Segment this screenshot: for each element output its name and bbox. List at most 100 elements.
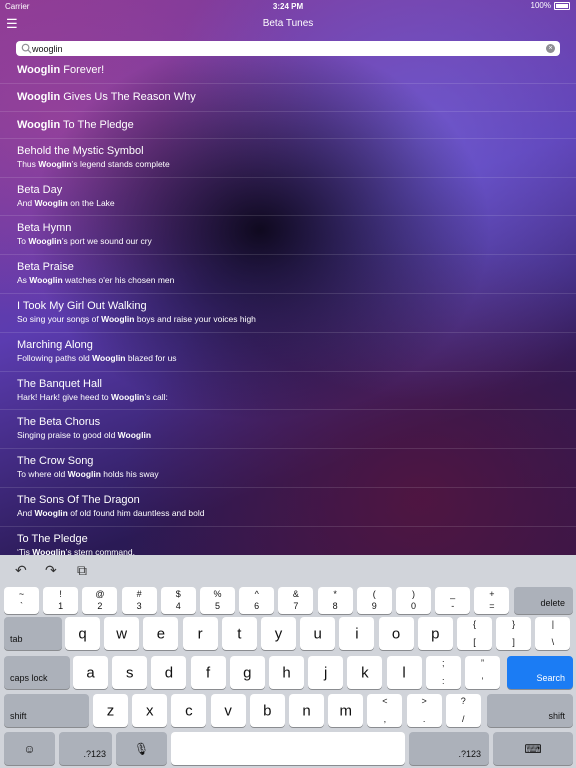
key-n[interactable]: n <box>289 694 324 727</box>
key-l[interactable]: l <box>386 656 422 689</box>
result-item[interactable]: Wooglin To The Pledge <box>0 112 576 139</box>
result-item[interactable]: The Crow Song To where old Wooglin holds … <box>0 449 576 489</box>
result-title: To The Pledge <box>17 533 88 546</box>
key-=[interactable]: + = <box>474 587 510 614</box>
result-item[interactable]: Behold the Mystic Symbol Thus Wooglin’s l… <box>0 139 576 178</box>
result-item[interactable]: Wooglin Gives Us The Reason Why <box>0 84 576 112</box>
result-item[interactable]: The Sons Of The Dragon And Wooglin of old… <box>0 488 576 527</box>
key-y[interactable]: y <box>261 617 296 650</box>
key-p[interactable]: p <box>417 617 453 650</box>
key-u[interactable]: u <box>300 617 336 650</box>
key-char: u <box>313 625 322 642</box>
search-key[interactable]: Search <box>507 656 573 689</box>
key-shift-char: ! <box>59 589 62 599</box>
key-a[interactable]: a <box>73 656 108 689</box>
result-item[interactable]: The Beta Chorus Singing praise to good ol… <box>0 410 576 450</box>
dictation-key[interactable]: 🎙 <box>116 732 167 765</box>
key-shift-char: } <box>512 619 516 629</box>
key-][interactable]: }] <box>496 617 532 650</box>
text-segment: blazed for us <box>125 352 177 363</box>
result-item[interactable]: The Banquet Hall Hark! Hark! give heed to… <box>0 372 576 411</box>
paste-icon[interactable]: ⧉ <box>77 562 87 579</box>
redo-icon[interactable]: ↷ <box>45 562 57 579</box>
key-char: 1 <box>58 601 64 611</box>
key-c[interactable]: c <box>171 694 207 727</box>
key-1[interactable]: ! 1 <box>43 587 79 614</box>
key-[[interactable]: {[ <box>457 617 492 650</box>
key-char: q <box>78 625 87 642</box>
key-7[interactable]: & 7 <box>278 587 314 614</box>
key-s[interactable]: s <box>112 656 148 689</box>
delete-key[interactable]: delete <box>514 587 573 614</box>
key-x[interactable]: x <box>132 694 168 727</box>
key--[interactable]: _ - <box>435 587 471 614</box>
key-f[interactable]: f <box>190 656 226 689</box>
key-,[interactable]: <, <box>367 694 403 727</box>
key-0[interactable]: ) 0 <box>396 587 431 614</box>
key-d[interactable]: d <box>151 656 187 689</box>
result-title: The Banquet Hall <box>17 378 102 391</box>
key-.[interactable]: >. <box>406 694 442 727</box>
key-k[interactable]: k <box>347 656 383 689</box>
key-shift-char: ^ <box>254 589 259 599</box>
result-item[interactable]: Beta Day And Wooglin on the Lake <box>0 178 576 217</box>
key-v[interactable]: v <box>210 694 246 727</box>
highlight-match: Wooglin <box>111 391 145 402</box>
key-m[interactable]: m <box>328 694 364 727</box>
key-3[interactable]: #3 <box>121 587 157 614</box>
key-label: shift <box>10 711 27 721</box>
caps-lock-key[interactable]: caps lock <box>4 656 70 689</box>
key-r[interactable]: r <box>182 617 218 650</box>
search-icon <box>21 43 32 54</box>
tab-key[interactable]: tab <box>4 617 62 650</box>
key-`[interactable]: ~ ` <box>4 587 39 614</box>
key-char: 8 <box>332 601 338 611</box>
key-char: c <box>185 702 193 719</box>
result-item[interactable]: Beta Praise As Wooglin watches o'er his c… <box>0 255 576 295</box>
result-title: Wooglin Forever! <box>17 64 104 77</box>
key-4[interactable]: $4 <box>160 587 196 614</box>
result-title: Behold the Mystic Symbol <box>17 145 144 158</box>
clear-icon[interactable]: × <box>546 44 555 53</box>
key-9[interactable]: (9 <box>356 587 392 614</box>
key-z[interactable]: z <box>93 694 128 727</box>
key-e[interactable]: e <box>143 617 179 650</box>
key-q[interactable]: q <box>65 617 100 650</box>
undo-icon[interactable]: ↶ <box>15 562 27 579</box>
key-’[interactable]: ”’ <box>465 656 500 689</box>
key-:[interactable]: ;: <box>425 656 461 689</box>
key-i[interactable]: i <box>339 617 375 650</box>
key-h[interactable]: h <box>269 656 304 689</box>
result-item[interactable]: Marching Along Following paths old Woogli… <box>0 333 576 372</box>
key-o[interactable]: o <box>378 617 414 650</box>
key-\[interactable]: | \ <box>535 617 571 650</box>
numbers-key-right[interactable]: .?123 <box>409 732 489 765</box>
result-item[interactable]: Wooglin Forever! <box>0 57 576 85</box>
numbers-key-left[interactable]: .?123 <box>59 732 112 765</box>
result-item[interactable]: Beta Hymn To Wooglin’s port we sound our … <box>0 216 576 256</box>
key-/[interactable]: ? / <box>445 694 481 727</box>
space-bar[interactable] <box>171 732 405 765</box>
key-shift-char: | <box>551 619 555 629</box>
key-w[interactable]: w <box>104 617 140 650</box>
highlight-match: Wooglin <box>17 91 61 104</box>
key-g[interactable]: g <box>229 656 265 689</box>
key-5[interactable]: % 5 <box>200 587 235 614</box>
shift-right-key[interactable]: shift <box>487 694 573 727</box>
key-6[interactable]: ^ 6 <box>239 587 275 614</box>
key-2[interactable]: @2 <box>82 587 118 614</box>
emoji-key[interactable]: ☺ <box>4 732 55 765</box>
result-item[interactable]: I Took My Girl Out Walking So sing your s… <box>0 294 576 333</box>
search-input[interactable] <box>32 41 532 56</box>
key-t[interactable]: t <box>221 617 257 650</box>
result-item[interactable]: To The Pledge ‘Tis Wooglin’s stern comman… <box>0 527 576 555</box>
key-shift-char: _ <box>450 589 456 599</box>
key-b[interactable]: b <box>249 694 285 727</box>
shift-left-key[interactable]: shift <box>4 694 89 727</box>
text-segment: To <box>17 236 29 247</box>
key-j[interactable]: j <box>308 656 344 689</box>
result-title: Beta Day <box>17 184 62 197</box>
hide-keyboard-key[interactable]: ⌨ <box>493 732 573 765</box>
text-segment: boys and raise your voices high <box>134 314 256 325</box>
key-8[interactable]: * 8 <box>317 587 353 614</box>
